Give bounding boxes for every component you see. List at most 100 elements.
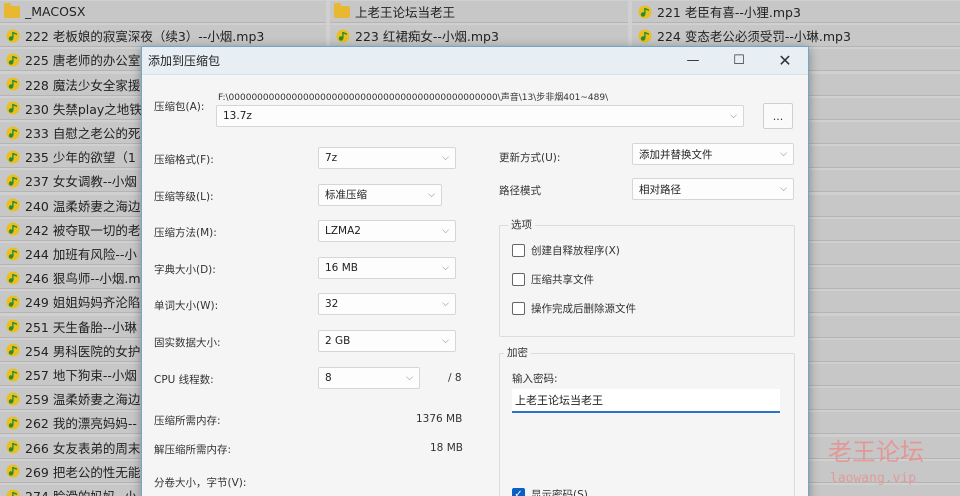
field-value: 7z: [325, 152, 338, 164]
option-label: 操作完成后删除源文件: [531, 303, 636, 315]
field-combo[interactable]: 16 MB ⌵: [318, 256, 456, 279]
file-name: 233 自慰之老公的死: [25, 126, 141, 141]
file-row[interactable]: _MACOSX: [0, 1, 326, 23]
field-label: 压缩方法(M):: [154, 227, 217, 240]
file-name: 249 姐姐妈妈齐沦陷: [25, 295, 141, 311]
field-label: CPU 线程数:: [154, 373, 214, 386]
file-name: 242 被夺取一切的老: [25, 222, 141, 238]
chevron-down-icon: ⌵: [780, 184, 787, 194]
file-name: 228 魔法少女全家援: [25, 77, 141, 93]
add-to-archive-dialog: 添加到压缩包 — ☐ ✕ 压缩包(A): F:\0000000000000000…: [141, 46, 809, 496]
chevron-down-icon: ⌵: [780, 149, 787, 159]
checkbox-box: [512, 273, 525, 286]
chevron-down-icon: ⌵: [442, 336, 449, 346]
field-label: 压缩格式(F):: [154, 154, 214, 166]
file-name: 259 温柔娇妻之海边: [25, 392, 141, 408]
chevron-down-icon: ⌵: [442, 226, 449, 237]
path-mode-label: 路径模式: [499, 185, 541, 197]
file-row[interactable]: 221 老臣有喜--小狸.mp3: [632, 1, 960, 23]
update-mode-label: 更新方式(U):: [499, 152, 561, 164]
thread-total: / 8: [448, 372, 462, 384]
path-mode-combo[interactable]: 相对路径 ⌵: [632, 178, 794, 200]
field-value: 标准压缩: [325, 189, 367, 202]
field-value: LZMA2: [325, 225, 361, 238]
field-combo[interactable]: 8 ⌵: [318, 366, 420, 389]
chevron-down-icon: ⌵: [442, 262, 449, 273]
audio-file-icon: [6, 489, 20, 496]
split-volume-label: 分卷大小，字节(V):: [154, 477, 247, 489]
password-label: 输入密码:: [512, 373, 558, 385]
file-name: 225 唐老师的办公室: [25, 53, 141, 69]
field-value: 32: [325, 298, 339, 311]
mem-decompress-label: 解压缩所需内存:: [154, 444, 232, 456]
chevron-down-icon: ⌵: [730, 111, 737, 121]
file-row[interactable]: 223 红裙痴女--小烟.mp3: [330, 25, 628, 48]
audio-file-icon: [6, 198, 20, 212]
audio-file-icon: [6, 150, 20, 164]
audio-file-icon: [6, 319, 20, 333]
option-label: 创建自释放程序(X): [531, 245, 620, 257]
path-mode-value: 相对路径: [639, 183, 681, 196]
file-name: 266 女友表弟的周末: [25, 440, 141, 456]
file-row[interactable]: 222 老板娘的寂寞深夜（续3）--小烟.mp3: [0, 25, 326, 48]
audio-file-icon: [6, 440, 20, 454]
file-name: 235 少年的欲望（1: [25, 150, 136, 166]
audio-file-icon: [336, 29, 350, 43]
mem-compress-label: 压缩所需内存:: [154, 415, 221, 427]
minimize-icon[interactable]: —: [670, 47, 716, 75]
chevron-down-icon: ⌵: [442, 299, 449, 310]
checkmark-icon: ✓: [512, 488, 525, 496]
dialog-titlebar[interactable]: 添加到压缩包 — ☐ ✕: [142, 47, 808, 75]
file-name: 257 地下狗束--小烟: [25, 368, 137, 383]
option-checkbox[interactable]: 创建自释放程序(X): [512, 243, 620, 258]
file-name: 224 变态老公必须受罚--小琳.mp3: [657, 29, 851, 45]
audio-file-icon: [6, 29, 20, 43]
file-row[interactable]: 224 变态老公必须受罚--小琳.mp3: [632, 25, 960, 48]
audio-file-icon: [6, 392, 20, 406]
update-mode-combo[interactable]: 添加并替换文件 ⌵: [632, 143, 794, 165]
password-value: 上老王论坛当老王: [515, 394, 603, 407]
option-label: 压缩共享文件: [531, 274, 594, 286]
field-label: 字典大小(D):: [154, 263, 216, 276]
encryption-label: 加密: [504, 345, 531, 360]
field-combo[interactable]: 2 GB ⌵: [318, 330, 456, 352]
update-mode-value: 添加并替换文件: [639, 148, 713, 161]
audio-file-icon: [6, 101, 20, 115]
audio-file-icon: [6, 295, 20, 309]
password-input[interactable]: 上老王论坛当老王: [512, 389, 780, 413]
checkbox-box: [512, 244, 525, 257]
chevron-down-icon: ⌵: [406, 372, 413, 383]
checkbox-box: [512, 302, 525, 315]
mem-compress-value: 1376 MB: [416, 413, 463, 425]
field-combo[interactable]: LZMA2 ⌵: [318, 220, 456, 243]
close-icon[interactable]: ✕: [762, 47, 808, 75]
audio-file-icon: [6, 464, 20, 478]
field-combo[interactable]: 标准压缩 ⌵: [318, 183, 442, 206]
audio-file-icon: [6, 343, 20, 357]
file-name: 246 狠鸟师--小烟.m: [25, 271, 141, 287]
file-name: 240 温柔娇妻之海边: [25, 198, 141, 214]
field-combo[interactable]: 7z ⌵: [318, 147, 456, 169]
audio-file-icon: [6, 416, 20, 430]
show-password-checkbox[interactable]: ✓ 显示密码(S): [512, 487, 588, 496]
archive-name-combo[interactable]: 13.7z ⌵: [216, 105, 744, 127]
audio-file-icon: [6, 77, 20, 91]
field-value: 16 MB: [325, 261, 358, 274]
audio-file-icon: [6, 174, 20, 188]
file-name: 上老王论坛当老王: [355, 5, 456, 20]
field-value: 2 GB: [325, 335, 351, 347]
chevron-down-icon: ⌵: [442, 153, 449, 163]
file-name: 262 我的漂亮妈妈--: [25, 416, 137, 432]
option-checkbox[interactable]: 操作完成后删除源文件: [512, 301, 636, 316]
archive-path: F:\0000000000000000000000000000000000000…: [218, 93, 609, 103]
browse-button[interactable]: ...: [763, 103, 793, 129]
file-name: 274 脸滑的妈妈--小: [25, 486, 137, 496]
file-name: 221 老臣有喜--小狸.mp3: [657, 5, 801, 20]
field-combo[interactable]: 32 ⌵: [318, 293, 456, 316]
audio-file-icon: [6, 53, 20, 67]
field-value: 8: [325, 371, 332, 384]
file-name: 237 女女调教--小烟: [25, 174, 137, 190]
option-checkbox[interactable]: 压缩共享文件: [512, 272, 594, 287]
file-row[interactable]: 上老王论坛当老王: [330, 1, 628, 23]
maximize-icon[interactable]: ☐: [716, 47, 762, 75]
